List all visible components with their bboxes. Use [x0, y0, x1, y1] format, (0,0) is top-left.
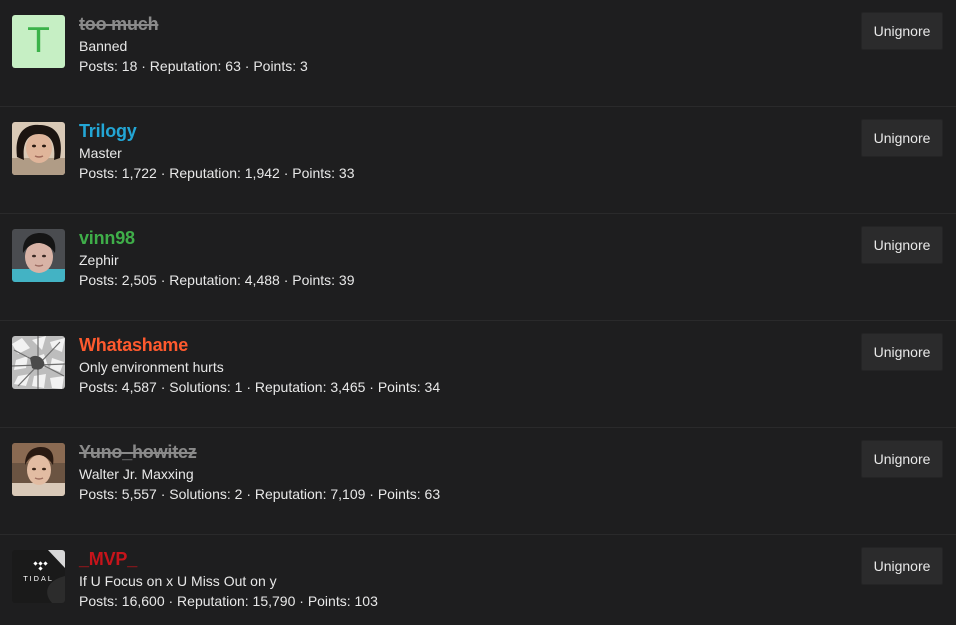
user-stats: Posts: 2,505 · Reputation: 4,488 · Point…: [79, 272, 355, 288]
user-photo-avatar-icon: [12, 122, 65, 175]
username-link[interactable]: too much: [79, 12, 308, 36]
user-photo-avatar-icon: [12, 336, 65, 389]
user-info: Yuno_howitez Walter Jr. Maxxing Posts: 5…: [79, 440, 440, 504]
list-item: TIDAL _MVP_ If U Focus on x U Miss Out o…: [0, 535, 956, 625]
user-stats: Posts: 1,722 · Reputation: 1,942 · Point…: [79, 165, 355, 181]
list-item: Trilogy Master Posts: 1,722 · Reputation…: [0, 107, 956, 214]
user-info: vinn98 Zephir Posts: 2,505 · Reputation:…: [79, 226, 355, 290]
username-link[interactable]: Whatashame: [79, 333, 440, 357]
ignored-users-list: T too much Banned Posts: 18 · Reputation…: [0, 0, 956, 625]
user-title: Only environment hurts: [79, 359, 224, 375]
unignore-button[interactable]: Unignore: [861, 12, 943, 50]
unignore-button[interactable]: Unignore: [861, 440, 943, 478]
user-title: Master: [79, 145, 122, 161]
user-title: If U Focus on x U Miss Out on y: [79, 573, 277, 589]
unignore-button[interactable]: Unignore: [861, 547, 943, 585]
user-info: too much Banned Posts: 18 · Reputation: …: [79, 12, 308, 76]
username-link[interactable]: Yuno_howitez: [79, 440, 440, 464]
user-stats: Posts: 5,557 · Solutions: 2 · Reputation…: [79, 486, 441, 502]
unignore-button[interactable]: Unignore: [861, 333, 943, 371]
user-info: Trilogy Master Posts: 1,722 · Reputation…: [79, 119, 355, 183]
avatar[interactable]: T: [12, 15, 65, 68]
user-info: _MVP_ If U Focus on x U Miss Out on y Po…: [79, 547, 378, 611]
user-stats: Posts: 16,600 · Reputation: 15,790 · Poi…: [79, 593, 378, 609]
username-link[interactable]: Trilogy: [79, 119, 355, 143]
user-info: Whatashame Only environment hurts Posts:…: [79, 333, 440, 397]
user-stats: Posts: 4,587 · Solutions: 1 · Reputation…: [79, 379, 441, 395]
user-title: Banned: [79, 38, 128, 54]
list-item: T too much Banned Posts: 18 · Reputation…: [0, 0, 956, 107]
avatar[interactable]: [12, 229, 65, 282]
unignore-button[interactable]: Unignore: [861, 226, 943, 264]
user-title: Walter Jr. Maxxing: [79, 466, 194, 482]
avatar[interactable]: [12, 122, 65, 175]
username-link[interactable]: _MVP_: [79, 547, 378, 571]
user-photo-avatar-icon: [12, 443, 65, 496]
list-item: vinn98 Zephir Posts: 2,505 · Reputation:…: [0, 214, 956, 321]
user-title: Zephir: [79, 252, 119, 268]
list-item: Yuno_howitez Walter Jr. Maxxing Posts: 5…: [0, 428, 956, 535]
unignore-button[interactable]: Unignore: [861, 119, 943, 157]
avatar[interactable]: [12, 443, 65, 496]
user-stats: Posts: 18 · Reputation: 63 · Points: 3: [79, 58, 308, 74]
tidal-logo-avatar-icon: TIDAL: [12, 550, 65, 603]
user-photo-avatar-icon: [12, 229, 65, 282]
username-link[interactable]: vinn98: [79, 226, 355, 250]
avatar[interactable]: TIDAL: [12, 550, 65, 603]
svg-text:TIDAL: TIDAL: [22, 575, 53, 583]
avatar[interactable]: [12, 336, 65, 389]
list-item: Whatashame Only environment hurts Posts:…: [0, 321, 956, 428]
